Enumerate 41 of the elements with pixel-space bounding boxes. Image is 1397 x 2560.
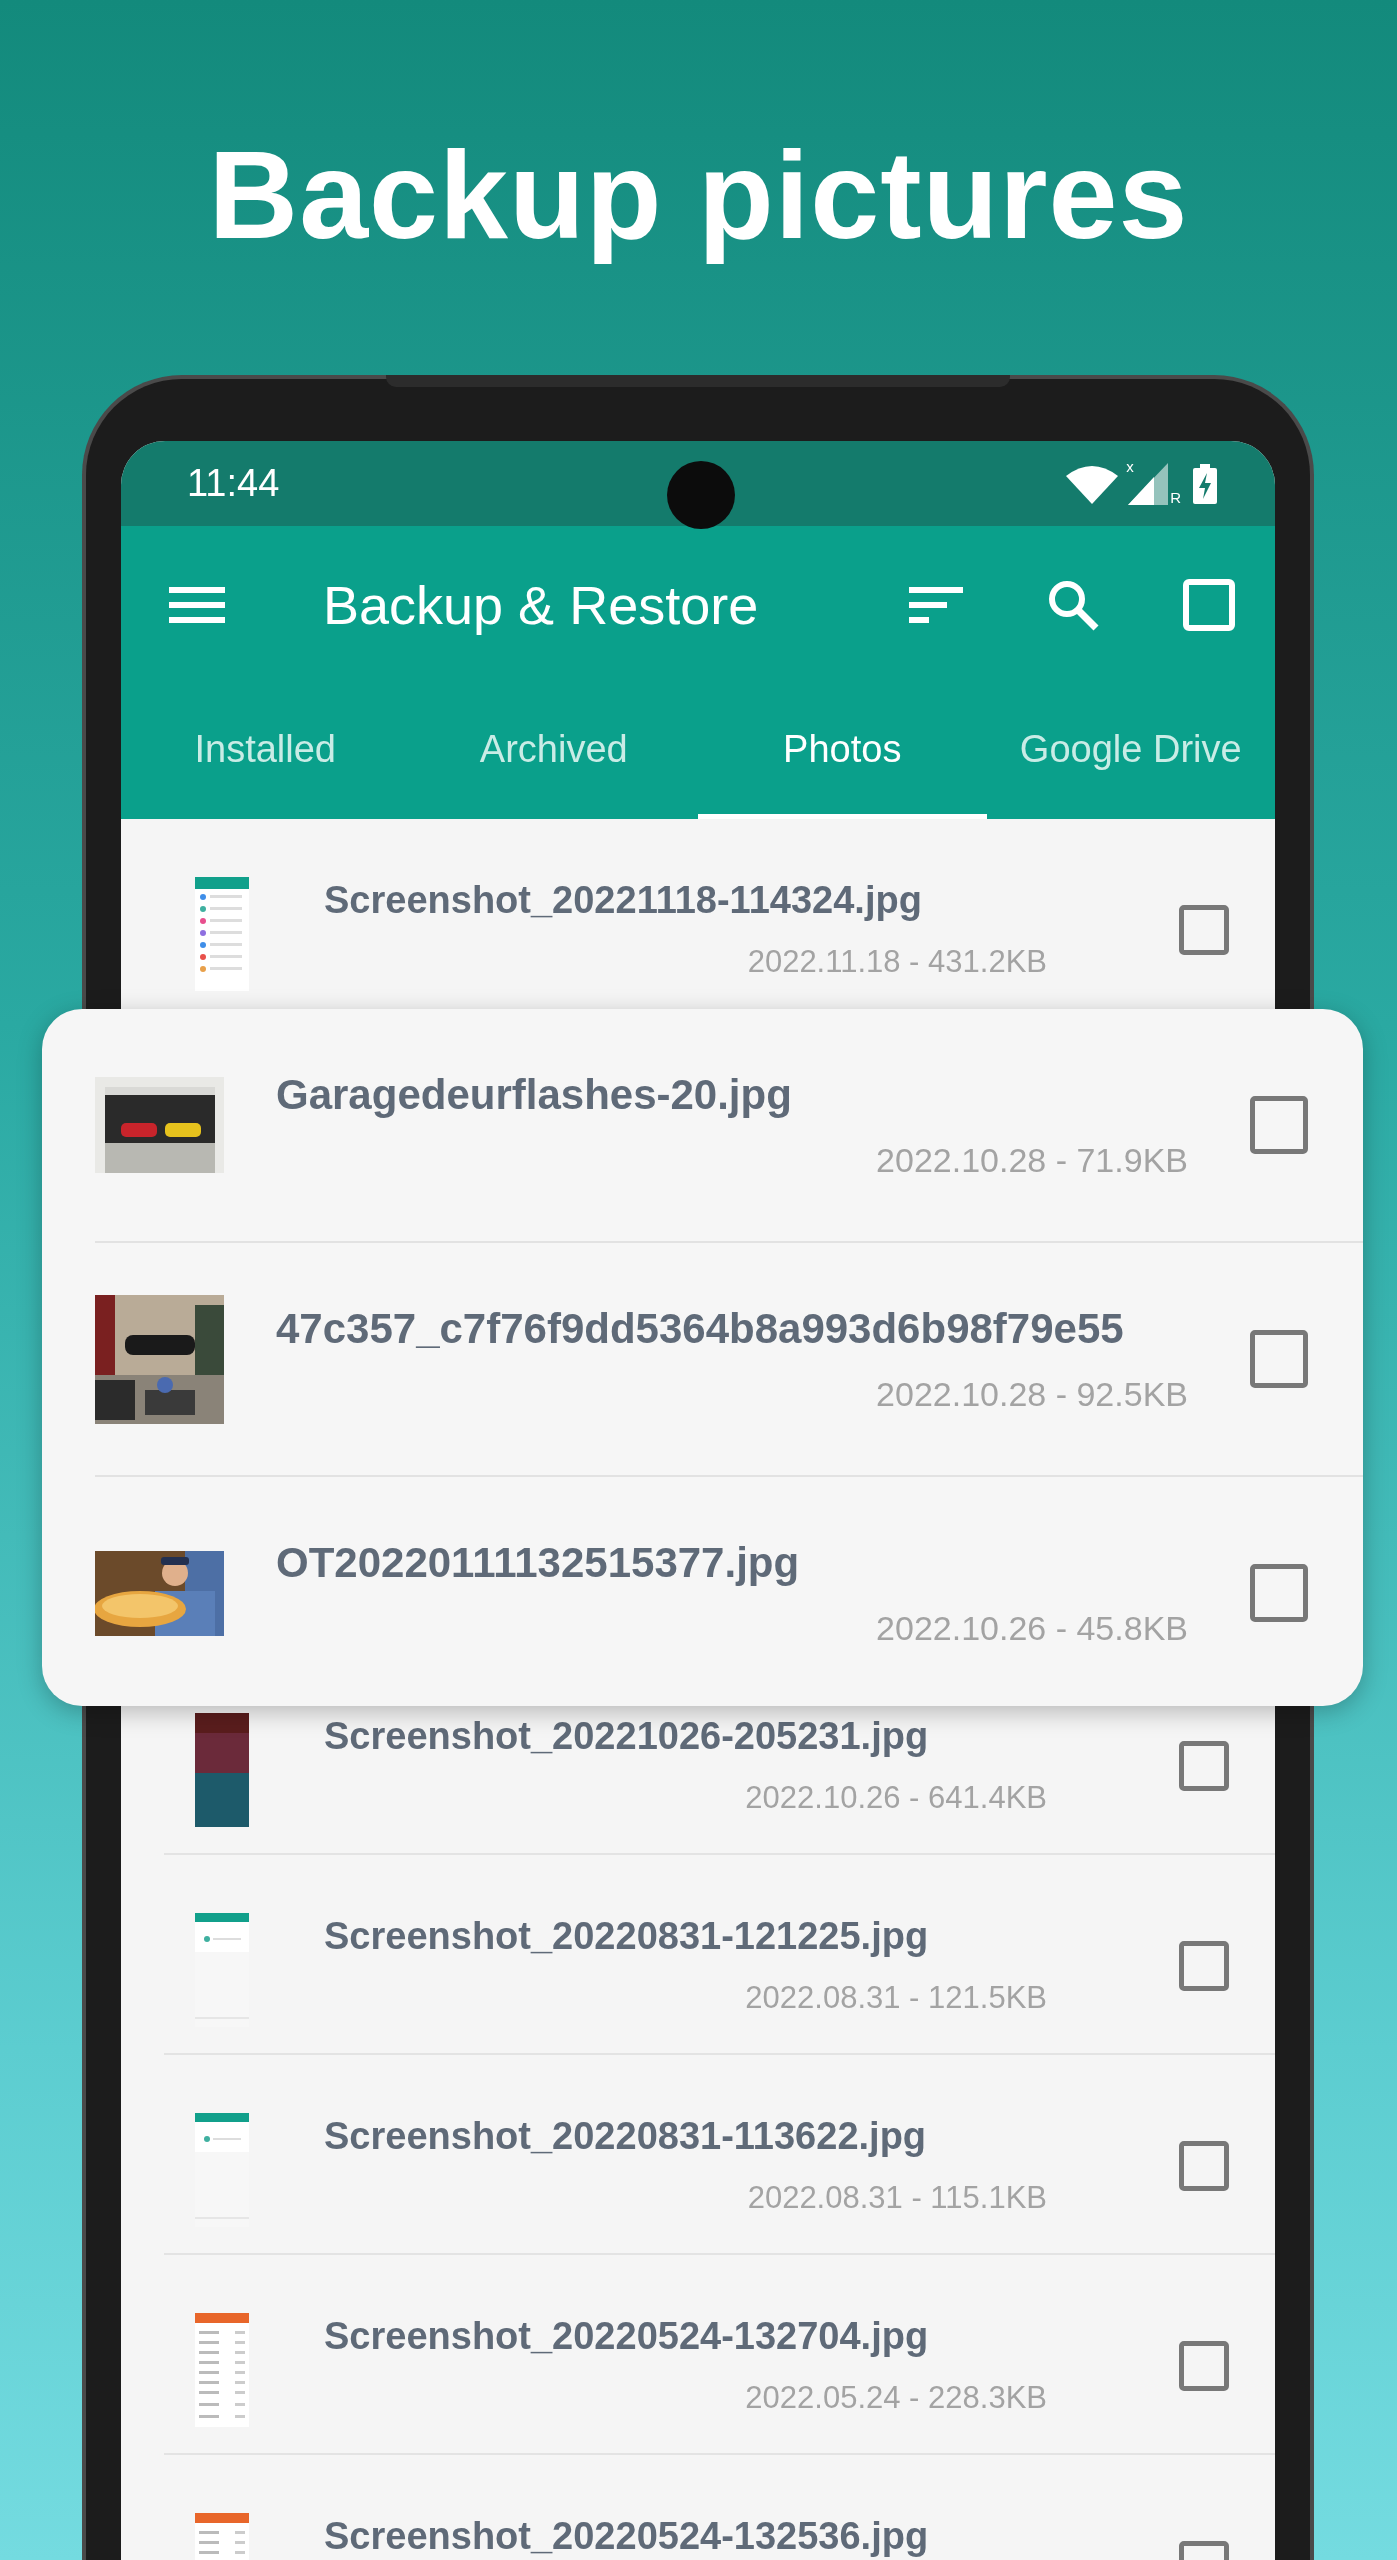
data-mark: x — [1126, 458, 1134, 474]
select-all-icon[interactable] — [1183, 579, 1235, 631]
search-icon[interactable] — [1047, 579, 1099, 631]
file-info: 2022.10.26 - 641.4KB — [745, 1780, 1047, 1816]
file-info: 2022.11.18 - 431.2KB — [747, 944, 1047, 980]
file-name: 47c357_c7f76f9dd5364b8a993d6b98f79e55 — [276, 1305, 1125, 1353]
file-name: Screenshot_20221026-205231.jpg — [324, 1715, 930, 1758]
sort-icon[interactable] — [909, 585, 963, 625]
signal-icon — [1128, 462, 1169, 505]
checkbox[interactable] — [1179, 905, 1229, 955]
file-info: 2022.08.31 - 121.5KB — [745, 1980, 1047, 2016]
file-info: 2022.08.31 - 115.1KB — [747, 2180, 1047, 2216]
file-info: 2022.10.28 - 92.5KB — [876, 1375, 1188, 1414]
tab[interactable]: Installed — [121, 684, 410, 819]
headline: Backup pictures — [208, 125, 1189, 266]
status-time: 11:44 — [187, 462, 280, 505]
tab[interactable]: Google Drive — [986, 684, 1275, 819]
file-info: 2022.05.24 - 228.3KB — [745, 2380, 1047, 2416]
wifi-icon — [1064, 463, 1121, 504]
checkbox[interactable] — [1250, 1096, 1308, 1154]
file-name: Screenshot_20220524-132704.jpg — [324, 2315, 930, 2358]
checkbox[interactable] — [1250, 1564, 1308, 1622]
checkbox[interactable] — [1179, 1941, 1229, 1991]
checkbox[interactable] — [1179, 2141, 1229, 2191]
file-info: 2022.10.28 - 71.9KB — [876, 1141, 1188, 1180]
tab[interactable]: Archived — [409, 684, 698, 819]
checkbox[interactable] — [1179, 1741, 1229, 1791]
file-name: OT20220111132515377.jpg — [276, 1539, 801, 1587]
battery-charging-icon — [1193, 463, 1217, 504]
tab[interactable]: Photos — [698, 684, 987, 819]
checkbox[interactable] — [1250, 1330, 1308, 1388]
file-name: Garagedeurflashes-20.jpg — [276, 1071, 793, 1119]
file-name: Screenshot_20220524-132536.jpg — [324, 2515, 930, 2558]
file-name: Screenshot_20221118-114324.jpg — [324, 879, 923, 922]
file-name: Screenshot_20220831-121225.jpg — [324, 1915, 930, 1958]
menu-icon[interactable] — [169, 585, 225, 625]
file-name: Screenshot_20220831-113622.jpg — [324, 2115, 928, 2158]
app-title: Backup & Restore — [323, 574, 759, 636]
file-info: 2022.10.26 - 45.8KB — [876, 1609, 1188, 1648]
roaming-mark: R — [1170, 489, 1181, 505]
checkbox[interactable] — [1179, 2341, 1229, 2391]
